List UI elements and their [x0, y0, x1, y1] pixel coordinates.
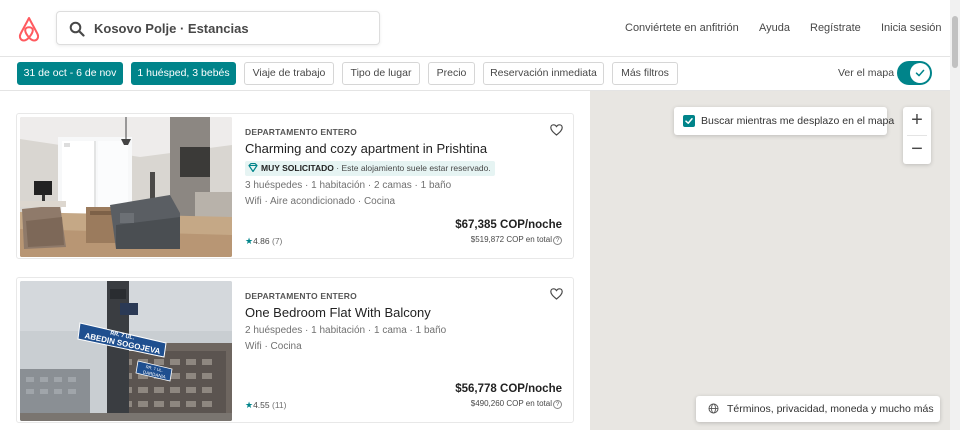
airbnb-logo-icon[interactable] — [17, 16, 41, 42]
badge-text: · Este alojamiento suele estar reservado… — [333, 163, 491, 173]
listing-rating: ★4.86 (7) — [245, 236, 282, 247]
heart-icon[interactable] — [550, 288, 563, 300]
filter-bar: 31 de oct - 6 de nov 1 huésped, 3 bebés … — [0, 57, 950, 91]
listing-title[interactable]: Charming and cozy apartment in Prishtina — [245, 141, 487, 156]
guests-filter-button[interactable]: 1 huésped, 3 bebés — [131, 62, 236, 85]
rating-value: 4.86 — [253, 236, 270, 246]
top-header: Kosovo Polje · Estancias Conviértete en … — [0, 0, 960, 57]
nightly-price: $67,385 COP/noche — [455, 219, 562, 231]
star-icon: ★ — [245, 400, 254, 410]
listing-type: DEPARTAMENTO ENTERO — [245, 291, 357, 301]
terms-footer-label[interactable]: Términos, privacidad, moneda y mucho más — [727, 403, 934, 415]
listing-card[interactable]: DEPARTAMENTO ENTERO Charming and cozy ap… — [16, 113, 574, 259]
dates-filter-button[interactable]: 31 de oct - 6 de nov — [17, 62, 123, 85]
login-link[interactable]: Inicia sesión — [881, 22, 942, 34]
search-icon — [69, 21, 85, 37]
signup-link[interactable]: Regístrate — [810, 22, 861, 34]
total-price: $490,260 COP en total? — [471, 399, 562, 409]
scrollbar-thumb[interactable] — [952, 16, 958, 68]
work-trip-filter-button[interactable]: Viaje de trabajo — [244, 62, 334, 85]
help-icon[interactable]: ? — [553, 400, 562, 409]
listing-results: DEPARTAMENTO ENTERO Charming and cozy ap… — [0, 91, 590, 430]
listing-amenities: Wifi · Cocina — [245, 341, 302, 352]
listing-rating: ★4.55 (11) — [245, 400, 287, 411]
map-zoom-control: + − — [903, 107, 931, 164]
instant-book-filter-button[interactable]: Reservación inmediata — [483, 62, 604, 85]
zoom-in-button[interactable]: + — [903, 107, 931, 135]
street-building-image: RR. 7 UL. ABEDIN SOGOJEVA RR. 7 UL. DARD… — [20, 281, 232, 421]
diamond-icon — [248, 163, 258, 172]
badge-label: MUY SOLICITADO — [261, 163, 334, 173]
toggle-knob — [910, 63, 930, 83]
review-count: (11) — [272, 400, 287, 410]
review-count: (7) — [272, 236, 283, 246]
search-as-move-checkbox[interactable]: Buscar mientras me desplazo en el mapa — [674, 107, 894, 135]
terms-footer-button[interactable]: Términos, privacidad, moneda y mucho más — [696, 396, 940, 422]
listing-photo[interactable]: RR. 7 UL. ABEDIN SOGOJEVA RR. 7 UL. DARD… — [20, 281, 232, 421]
listing-details: 2 huéspedes · 1 habitación · 1 cama · 1 … — [245, 325, 447, 336]
more-filters-button[interactable]: Más filtros — [612, 62, 678, 85]
listing-title[interactable]: One Bedroom Flat With Balcony — [245, 305, 431, 320]
zoom-out-button[interactable]: − — [903, 136, 931, 164]
help-link[interactable]: Ayuda — [759, 22, 790, 34]
page-scrollbar[interactable] — [950, 0, 960, 430]
map-panel[interactable]: Buscar mientras me desplazo en el mapa +… — [590, 91, 950, 430]
search-bar[interactable]: Kosovo Polje · Estancias — [56, 11, 380, 45]
check-icon — [685, 118, 693, 124]
listing-card[interactable]: RR. 7 UL. ABEDIN SOGOJEVA RR. 7 UL. DARD… — [16, 277, 574, 423]
rating-value: 4.55 — [253, 400, 270, 410]
apartment-interior-image — [20, 117, 232, 257]
check-icon — [915, 69, 925, 77]
help-icon[interactable]: ? — [553, 236, 562, 245]
place-type-filter-button[interactable]: Tipo de lugar — [342, 62, 420, 85]
globe-icon — [708, 403, 719, 414]
listing-amenities: Wifi · Aire acondicionado · Cocina — [245, 196, 396, 207]
search-query[interactable]: Kosovo Polje · Estancias — [94, 21, 249, 36]
search-as-move-label[interactable]: Buscar mientras me desplazo en el mapa — [701, 115, 894, 127]
price-filter-button[interactable]: Precio — [428, 62, 475, 85]
listing-photo[interactable] — [20, 117, 232, 257]
show-map-label: Ver el mapa — [838, 67, 895, 79]
nightly-price: $56,778 COP/noche — [455, 383, 562, 395]
listing-details: 3 huéspedes · 1 habitación · 2 camas · 1… — [245, 180, 452, 191]
status-badge: MUY SOLICITADO · Este alojamiento suele … — [245, 161, 495, 176]
heart-icon[interactable] — [550, 124, 563, 136]
star-icon: ★ — [245, 236, 254, 246]
show-map-toggle[interactable] — [897, 61, 932, 85]
total-price-text: $519,872 COP en total — [470, 235, 552, 244]
total-price-text: $490,260 COP en total — [470, 399, 552, 408]
listing-type: DEPARTAMENTO ENTERO — [245, 127, 357, 137]
checkbox-box[interactable] — [683, 115, 695, 127]
total-price: $519,872 COP en total? — [471, 235, 562, 245]
become-host-link[interactable]: Conviértete en anfitrión — [625, 22, 739, 34]
